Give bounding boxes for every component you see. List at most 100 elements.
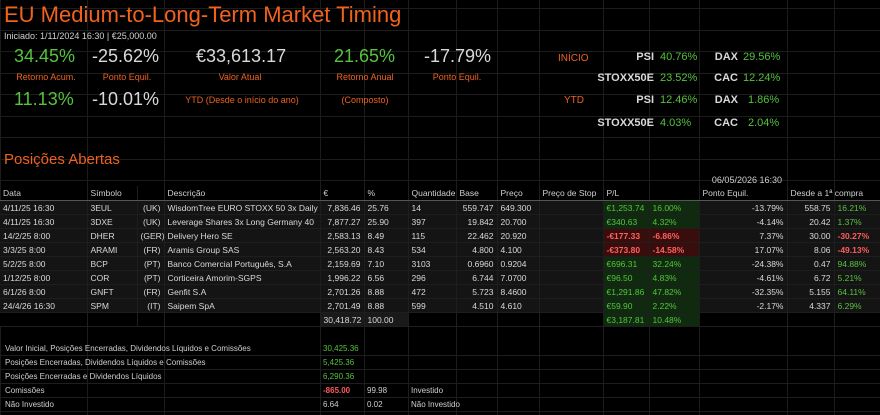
column-header: Símbolo: [87, 186, 138, 201]
summary-value: 6.64: [323, 400, 339, 409]
cell-pl: -€177.33: [603, 228, 650, 243]
cell-preco: 8.4600: [497, 284, 540, 299]
cell-sym: 3DXE: [87, 214, 138, 229]
cell-data: 4/11/25 16:30: [0, 214, 88, 229]
cell-eur: 2,563.20: [320, 242, 365, 257]
cell-pct: 8.88: [364, 298, 409, 313]
cell-mkt: (UK): [137, 200, 165, 215]
cell-plpct: 4.32%: [649, 214, 700, 229]
cell-stop: [539, 228, 604, 243]
cell-preco: 4.610: [497, 298, 540, 313]
table-row[interactable]: 4/11/25 16:30 3DXE (UK) Leverage Shares 3x …: [0, 214, 880, 229]
column-header: %: [364, 186, 409, 201]
cell-desc: Saipem SpA: [164, 298, 321, 313]
column-header: Preço: [497, 186, 540, 201]
cell-pe: -32.35%: [699, 284, 788, 299]
cell-base: 5.723: [456, 284, 498, 299]
cell-pe: 7.37%: [699, 228, 788, 243]
cell-plpct: 47.82%: [649, 284, 700, 299]
total-cell: [137, 312, 165, 327]
cell-data: 14/2/25 8:00: [0, 228, 88, 243]
cell-plpct: -14.58%: [649, 242, 700, 257]
table-row[interactable]: 24/4/26 16:30 SPM (IT) Saipem SpA 2,701.49 8.…: [0, 298, 880, 313]
market-name: DAX: [714, 94, 738, 106]
cell-d2: 64.11%: [834, 284, 880, 299]
cell-preco: 7.0700: [497, 270, 540, 285]
cell-desc: WisdomTree EURO STOXX 50 3x Daily: [164, 200, 321, 215]
cell-preco: 0.9204: [497, 256, 540, 271]
cell-pct: 25.90: [364, 214, 409, 229]
summary-label: Não Investido: [5, 400, 54, 409]
cell-stop: [539, 298, 604, 313]
cell-qty: 534: [408, 242, 457, 257]
cell-mkt: (GER): [137, 228, 165, 243]
market-value: 29.56%: [743, 51, 781, 63]
ytd-label: YTD (Desde o início do ano): [185, 95, 299, 105]
cell-sym: BCP: [87, 256, 138, 271]
cell-sym: DHER: [87, 228, 138, 243]
total-pl: €3,187.81: [603, 312, 650, 327]
cell-d1: 6.72: [787, 270, 835, 285]
market-value: 2.04%: [748, 117, 780, 129]
column-header: [649, 186, 700, 201]
cell-eur: 2,583.13: [320, 228, 365, 243]
cell-d1: 5.155: [787, 284, 835, 299]
cell-sym: GNFT: [87, 284, 138, 299]
table-row[interactable]: 1/12/25 8:00 COR (PT) Corticeira Amorim-SGP…: [0, 270, 880, 285]
cell-eur: 7,836.46: [320, 200, 365, 215]
cell-mkt: (FR): [137, 284, 165, 299]
summary-value: 30,425.36: [323, 344, 359, 353]
cell-preco: 20.700: [497, 214, 540, 229]
cell-mkt: (IT): [137, 298, 165, 313]
table-row[interactable]: 4/11/25 16:30 3EUL (UK) WisdomTree EURO STO…: [0, 200, 880, 215]
summary-label: Comissões: [5, 386, 45, 395]
cell-desc: Genfit S.A: [164, 284, 321, 299]
summary-percent: 0.02: [367, 400, 383, 409]
total-cell: [0, 312, 88, 327]
cell-eur: 7,877.27: [320, 214, 365, 229]
table-row[interactable]: 14/2/25 8:00 DHER (GER) Delivery Hero SE 2,5…: [0, 228, 880, 243]
ponto-equil-value: -25.62%: [92, 46, 160, 66]
page-title: EU Medium-to-Long-Term Market Timing: [4, 2, 402, 27]
table-header: Data Símbolo Descrição €% Quantidade Base Preç…: [0, 186, 880, 201]
cell-pct: 8.88: [364, 284, 409, 299]
ytd-ponto-equil-value: -10.01%: [92, 89, 160, 109]
summary-percent: 99.98: [367, 386, 388, 395]
cell-eur: 2,701.49: [320, 298, 365, 313]
cell-pe: 17.07%: [699, 242, 788, 257]
table-row[interactable]: 3/3/25 8:00 ARAMI (FR) Aramis Group SAS 2,56…: [0, 242, 880, 257]
cell-pct: 7.10: [364, 256, 409, 271]
cell-pl: -€373.80: [603, 242, 650, 257]
total-plpct: 10.48%: [649, 312, 700, 327]
summary-label: Posições Encerradas, Dividendos Líquidos…: [5, 358, 206, 367]
cell-base: 0.6960: [456, 256, 498, 271]
cell-d2: 1.37%: [834, 214, 880, 229]
cell-d2: 16.21%: [834, 200, 880, 215]
cell-qty: 3103: [408, 256, 457, 271]
market-value: 12.24%: [743, 72, 781, 84]
column-header: Data: [0, 186, 88, 201]
composto-label: (Composto): [341, 95, 389, 105]
cell-data: 1/12/25 8:00: [0, 270, 88, 285]
total-cell: [787, 312, 835, 327]
column-header: [137, 186, 165, 201]
cell-desc: Delivery Hero SE: [164, 228, 321, 243]
cell-pct: 8.43: [364, 242, 409, 257]
summary-value: 5,425.36: [323, 358, 355, 367]
cell-qty: 472: [408, 284, 457, 299]
retorno-anual-label: Retorno Anual: [336, 72, 394, 82]
table-row[interactable]: 6/1/26 8:00 GNFT (FR) Genfit S.A 2,701.26 8.8…: [0, 284, 880, 299]
cell-d2: -49.13%: [834, 242, 880, 257]
cell-qty: 14: [408, 200, 457, 215]
cell-stop: [539, 200, 604, 215]
cell-mkt: (FR): [137, 242, 165, 257]
cell-eur: 1,996.22: [320, 270, 365, 285]
market-value: 40.76%: [660, 51, 698, 63]
market-value: 23.52%: [660, 72, 698, 84]
cell-pl: €696.31: [603, 256, 650, 271]
cell-desc: Corticeira Amorim-SGPS: [164, 270, 321, 285]
cell-d1: 4.337: [787, 298, 835, 313]
cell-sym: COR: [87, 270, 138, 285]
table-row[interactable]: 5/2/25 8:00 BCP (PT) Banco Comercial Portug…: [0, 256, 880, 271]
summary-note: Não Investido: [411, 400, 460, 409]
